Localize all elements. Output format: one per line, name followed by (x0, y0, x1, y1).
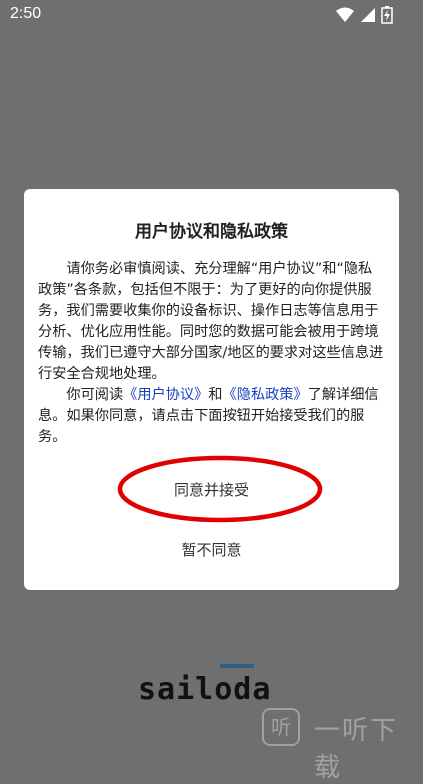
signal-icon (360, 8, 375, 22)
status-time: 2:50 (10, 5, 42, 22)
watermark-logo-icon: 听 (262, 708, 300, 746)
status-bar: 2:50 (0, 0, 423, 30)
dialog-paragraph-1: 请你务必审慎阅读、充分理解“用户协议”和“隐私政策”各条款，包括但不限于：为了更… (38, 261, 384, 382)
wifi-icon (335, 7, 354, 22)
privacy-dialog: 用户协议和隐私政策 请你务必审慎阅读、充分理解“用户协议”和“隐私政策”各条款，… (24, 189, 399, 590)
logo-text: sailoda (138, 672, 272, 707)
status-icons (335, 6, 393, 24)
dialog-title: 用户协议和隐私政策 (135, 222, 288, 242)
dialog-body: 请你务必审慎阅读、充分理解“用户协议”和“隐私政策”各条款，包括但不限于：为了更… (38, 259, 386, 448)
privacy-policy-link[interactable]: 《隐私政策》 (223, 387, 308, 403)
battery-icon (381, 6, 393, 24)
dialog-paragraph-2: 你可阅读《用户协议》和《隐私政策》了解详细信息。如果你同意，请点击下面按钮开始接… (38, 385, 386, 448)
user-agreement-link[interactable]: 《用户协议》 (123, 387, 208, 403)
and-text: 和 (208, 387, 223, 403)
disagree-button[interactable]: 暂不同意 (134, 535, 289, 565)
paragraph-2-prefix: 你可阅读 (66, 387, 124, 403)
app-logo: sailoda (138, 664, 283, 707)
watermark: 听 一听下载 (262, 704, 422, 783)
watermark-text: 一听下载 (314, 716, 399, 783)
agree-button[interactable]: 同意并接受 (124, 475, 299, 505)
logo-accent-bar (220, 664, 254, 668)
